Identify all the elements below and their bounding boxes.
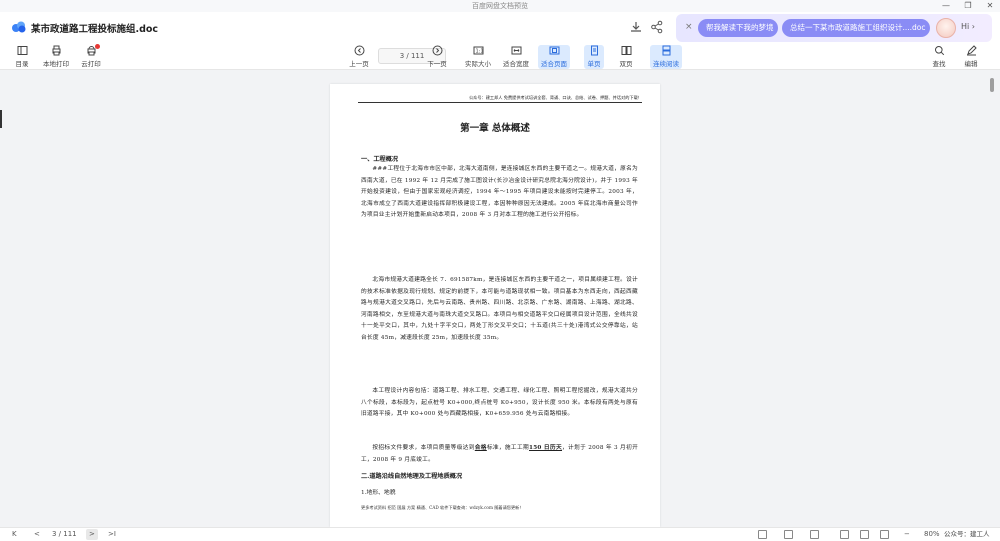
chapter-heading: 第一章 总体概述 — [460, 123, 530, 134]
local-print-button[interactable]: 本地打印 — [42, 45, 70, 69]
prev-page-label: 上一页 — [349, 60, 369, 68]
actual-size-label: 实际大小 — [465, 60, 491, 68]
local-print-label: 本地打印 — [43, 60, 69, 68]
vertical-scrollbar[interactable] — [990, 78, 994, 92]
prev-page-button[interactable]: 上一页 — [348, 45, 370, 69]
document-viewer[interactable]: 公众号：建工邦人 免费提供考试培训全套、背诵、口诀、总结、试卷、押题、并话对的下… — [0, 70, 1000, 527]
paragraph-4-text-b: 标准，施工工期 — [486, 445, 529, 451]
fit-width-icon — [511, 46, 521, 55]
arrow-up-circle-icon — [354, 45, 364, 56]
fit-page-label: 适合页面 — [541, 60, 567, 68]
next-page-label: 下一页 — [427, 60, 447, 68]
close-window-button[interactable]: ✕ — [984, 0, 996, 12]
notification-dot — [95, 44, 100, 49]
ai-hi-label[interactable]: Hi › — [961, 22, 975, 31]
viewer-toolbar: 目录 本地打印 云打印 上一页 3 / 111 下一页 1:1 实际大小 适合宽… — [0, 44, 1000, 70]
fit-page-icon — [549, 46, 559, 55]
double-page-icon — [621, 46, 631, 55]
window-title: 百度网盘文档预览 — [472, 2, 528, 10]
double-page-button[interactable]: 双页 — [616, 45, 636, 69]
subsection-terrain: 1.地形、地貌 — [361, 490, 396, 496]
continuous-read-label: 连续阅读 — [653, 60, 679, 68]
zoom-level[interactable]: 80% — [924, 529, 940, 540]
catalog-label: 目录 — [15, 60, 29, 68]
ai-suggestion-summary[interactable]: 总结一下某市政道路施工组织设计....doc — [782, 19, 930, 37]
first-page-button[interactable]: K — [12, 529, 17, 540]
arrow-down-circle-icon — [432, 45, 442, 56]
construction-period: 150 日历天 — [529, 445, 563, 451]
edit-button[interactable]: 编辑 — [962, 45, 980, 69]
edit-label: 编辑 — [964, 60, 978, 68]
next-page-button[interactable]: 下一页 — [426, 45, 448, 69]
restore-button[interactable]: ❐ — [962, 0, 974, 12]
continuous-read-icon — [662, 45, 670, 56]
catalog-icon — [17, 46, 27, 55]
baidu-netdisk-logo-icon — [12, 21, 26, 33]
sidebar-handle[interactable] — [0, 110, 2, 128]
actual-size-icon: 1:1 — [473, 46, 483, 55]
document-page: 公众号：建工邦人 免费提供考试培训全套、背诵、口诀、总结、试卷、押题、并话对的下… — [330, 84, 660, 527]
quality-grade: 合格 — [474, 445, 487, 451]
paragraph-2: 北海市规港大道建路全长 7．691587km，是连接城区东西的主要干道之一，项目… — [361, 277, 638, 341]
zoom-out-button[interactable]: − — [904, 529, 910, 540]
window-controls: — ❐ ✕ — [940, 0, 996, 12]
paragraph-4: 按招标文件要求，本项目质量等级达到合格标准，施工工期150 日历天，计划于 20… — [361, 443, 638, 466]
section-heading-overview: 一、工程概况 — [361, 156, 399, 163]
fit-width-label: 适合宽度 — [503, 60, 529, 68]
next-page-small-button[interactable]: > — [86, 529, 98, 540]
actual-size-button[interactable]: 1:1 实际大小 — [464, 45, 492, 69]
find-button[interactable]: 查找 — [930, 45, 948, 69]
header-bar: 某市政道路工程投标施组.doc × 帮我解读下我的梦境 总结一下某市政道路施工组… — [0, 12, 1000, 44]
catalog-button[interactable]: 目录 — [12, 45, 32, 69]
ai-suggestion-dream[interactable]: 帮我解读下我的梦境 — [698, 19, 778, 37]
single-page-button[interactable]: 单页 — [584, 45, 604, 69]
prev-page-small-button[interactable]: < — [34, 529, 40, 540]
svg-text:1:1: 1:1 — [475, 49, 483, 55]
last-page-button[interactable]: >I — [108, 529, 116, 540]
continuous-read-button[interactable]: 连续阅读 — [650, 45, 682, 69]
find-label: 查找 — [932, 60, 946, 68]
single-page-icon — [590, 45, 598, 56]
ai-assistant-panel: × 帮我解读下我的梦境 总结一下某市政道路施工组织设计....doc Hi › — [676, 14, 992, 42]
actual-size-view-icon[interactable] — [840, 530, 849, 539]
single-page-label: 单页 — [587, 60, 601, 68]
page-footer: 更多考试资料 招范 国展 方案 精通、CAD 软件下载查询：wdzyk.com … — [361, 505, 524, 510]
printer-icon — [52, 45, 60, 56]
pencil-icon — [966, 45, 977, 56]
cloud-print-label: 云打印 — [81, 60, 101, 68]
double-page-view-icon[interactable] — [784, 530, 793, 539]
window-titlebar: 百度网盘文档预览 — ❐ ✕ — [0, 0, 1000, 12]
fit-width-view-icon[interactable] — [860, 530, 869, 539]
page-header: 公众号：建工邦人 免费提供考试培训全套、背诵、口诀、总结、试卷、押题、并话对的下… — [358, 95, 642, 103]
paragraph-3: 本工程设计内容包括：道路工程、排水工程、交通工程、绿化工程、照明工程挖掘改，规港… — [361, 388, 638, 418]
watermark-text: 公众号：建工人 — [944, 530, 990, 538]
document-title: 某市政道路工程投标施组.doc — [31, 24, 159, 35]
download-icon[interactable] — [629, 20, 643, 34]
paragraph-4-text-a: 按招标文件要求，本项目质量等级达到 — [372, 445, 475, 451]
single-page-view-icon[interactable] — [758, 530, 767, 539]
continuous-view-icon[interactable] — [810, 530, 819, 539]
minimize-button[interactable]: — — [940, 0, 952, 12]
paragraph-1: ###工程位于北海市市区中部，北海大道南侧，是连接城区东西的主要干道之一。规港大… — [361, 166, 638, 219]
status-page-indicator[interactable]: 3 / 111 — [52, 529, 77, 540]
cloud-print-button[interactable]: 云打印 — [80, 44, 102, 69]
double-page-label: 双页 — [619, 60, 633, 68]
status-bar: K < 3 / 111 > >I − 80% 公众号：建工人 — [0, 527, 1000, 541]
fit-page-view-icon[interactable] — [880, 530, 889, 539]
fit-width-button[interactable]: 适合宽度 — [502, 45, 530, 69]
ai-close-icon[interactable]: × — [685, 22, 693, 32]
search-icon — [934, 46, 944, 56]
share-icon[interactable] — [650, 20, 664, 34]
section-heading-geology: 二.道路沿线自然地理及工程地质概况 — [361, 473, 463, 480]
fit-page-button[interactable]: 适合页面 — [538, 45, 570, 69]
ai-avatar-icon[interactable] — [936, 18, 956, 38]
